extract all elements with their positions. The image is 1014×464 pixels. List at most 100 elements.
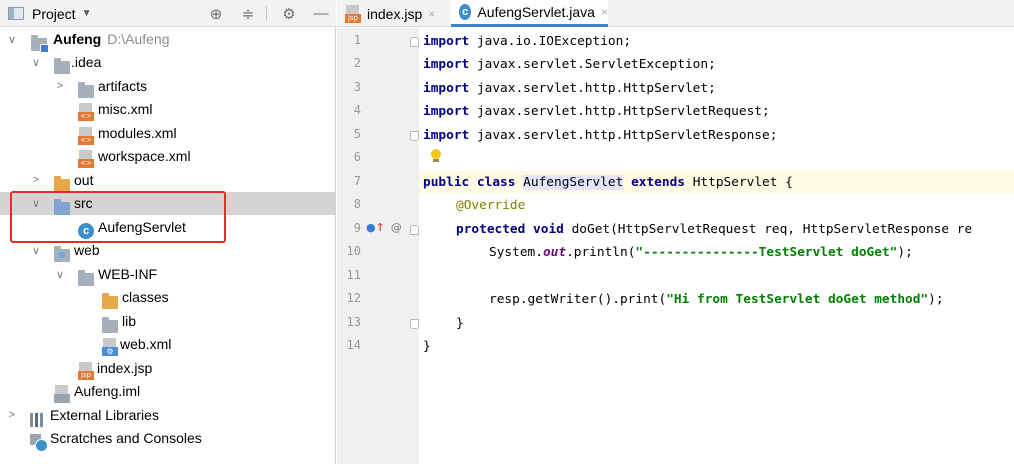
code-line-2[interactable]: import javax.servlet.ServletException; [423,53,716,76]
line-number: 5 [353,127,361,141]
code-line-5[interactable]: import javax.servlet.http.HttpServletRes… [423,124,777,147]
chevron-down-icon: ▼ [81,8,92,19]
gear-icon[interactable]: ⚙ [279,4,299,23]
chevron-right-icon[interactable]: > [6,409,18,421]
tree-node-external-libraries[interactable]: > External Libraries [0,404,336,427]
annotation-icon: @ [390,221,402,234]
scratches-icon [30,433,48,452]
tab-label: AufengServlet.java [477,4,595,20]
xml-file-icon [78,102,94,121]
tree-label-web: web [74,242,100,258]
code-line-1[interactable]: import java.io.IOException; [423,30,631,53]
folder-icon [54,58,70,74]
overrides-method-icon: ● [366,221,376,234]
tree-label-external-libraries: External Libraries [50,407,159,423]
tree-node-aufengiml[interactable]: Aufeng.iml [0,380,336,403]
excluded-folder-icon [102,293,118,309]
code-line-10[interactable]: System.out.println("---------------TestS… [489,241,913,264]
project-panel-icon [8,7,24,20]
tree-label-artifacts: artifacts [98,78,148,94]
java-class-icon: c [78,222,94,239]
editor-gutter: 1 2 3 4 5 6 7 8 9 10 11 12 13 14 ●↑ @ [337,28,419,464]
fold-marker-icon[interactable] [410,131,419,141]
tab-index-jsp[interactable]: index.jsp × [337,0,449,27]
tree-label-misc: misc.xml [98,101,153,117]
tree-label-webinf: WEB-INF [98,266,158,282]
code-line-14[interactable]: } [423,335,431,358]
line-number: 13 [346,315,361,329]
tree-node-aufeng[interactable]: ∨ Aufeng D:\Aufeng [0,28,336,53]
line-number: 7 [353,174,361,188]
tree-node-out[interactable]: > out [0,169,336,192]
fold-marker-icon[interactable] [410,37,419,47]
jsp-file-icon [345,4,361,23]
tab-aufengservlet-java[interactable]: c AufengServlet.java × [451,0,608,27]
arrow-up-icon: ↑ [375,221,385,234]
line-number: 1 [353,33,361,47]
tree-label-out: out [74,172,94,188]
tree-node-webinf[interactable]: ∨ WEB-INF [0,263,336,286]
code-line-7[interactable]: public class AufengServlet extends HttpS… [419,171,1014,194]
chevron-down-icon[interactable]: ∨ [30,244,42,257]
chevron-down-icon[interactable]: ∨ [54,268,66,281]
web-folder-icon [54,246,70,262]
code-line-9[interactable]: protected void doGet(HttpServletRequest … [456,218,972,241]
library-icon [30,412,46,427]
tree-label-idea: .idea [71,54,102,70]
tree-node-lib[interactable]: lib [0,310,336,333]
tree-node-scratches[interactable]: Scratches and Consoles [0,427,336,452]
tree-label-scratches: Scratches and Consoles [50,430,202,446]
code-line-12[interactable]: resp.getWriter().print("Hi from TestServ… [489,288,944,311]
tree-label-workspace: workspace.xml [98,148,191,164]
hide-panel-icon[interactable]: — [311,4,331,23]
tree-label-modules: modules.xml [98,125,177,141]
override-marker[interactable]: ●↑ @ [366,221,402,234]
tree-node-webxml[interactable]: web.xml [0,333,336,356]
module-file-icon [54,384,70,403]
tree-node-src[interactable]: ∨ src [0,192,336,215]
line-number: 12 [346,291,361,305]
code-line-13[interactable]: } [456,312,464,335]
code-line-4[interactable]: import javax.servlet.http.HttpServletReq… [423,100,770,123]
tree-label-src: src [74,195,93,211]
tree-node-web[interactable]: ∨ web [0,239,336,262]
project-view-selector[interactable]: Project ▼ [8,4,91,23]
line-number: 4 [353,103,361,117]
tree-node-workspace[interactable]: workspace.xml [0,145,336,168]
web-xml-file-icon [102,337,118,356]
tree-node-aufengservlet[interactable]: c AufengServlet [0,216,336,239]
tree-node-idea[interactable]: ∨ .idea [0,51,336,74]
chevron-down-icon[interactable]: ∨ [6,33,18,46]
chevron-down-icon[interactable]: ∨ [30,197,42,210]
folder-icon [78,270,94,286]
code-line-3[interactable]: import javax.servlet.http.HttpServlet; [423,77,716,100]
locate-icon[interactable]: ⊕ [206,4,226,23]
folder-icon [78,82,94,98]
tree-node-classes[interactable]: classes [0,286,336,309]
line-number: 8 [353,197,361,211]
excluded-folder-icon [54,176,70,192]
close-icon[interactable]: × [428,7,435,21]
fold-marker-icon[interactable] [410,225,419,235]
source-folder-icon [54,199,70,215]
close-icon[interactable]: × [601,5,608,19]
line-number: 11 [346,268,361,282]
tree-node-misc[interactable]: misc.xml [0,98,336,121]
tree-node-artifacts[interactable]: > artifacts [0,75,336,98]
tree-label-aufengservlet: AufengServlet [98,219,186,235]
jsp-file-icon [78,361,94,380]
chevron-right-icon[interactable]: > [30,174,42,186]
collapse-all-icon[interactable]: ≑ [238,4,258,23]
tree-node-indexjsp[interactable]: index.jsp [0,357,336,380]
line-number: 14 [346,338,361,352]
code-editor: index.jsp × c AufengServlet.java × 1 2 3… [337,0,1014,464]
project-view-label: Project [32,5,76,22]
line-number: 2 [353,56,361,70]
chevron-down-icon[interactable]: ∨ [30,56,42,69]
code-line-8[interactable]: @Override [456,194,525,217]
chevron-right-icon[interactable]: > [54,80,66,92]
tree-node-modules[interactable]: modules.xml [0,122,336,145]
fold-marker-icon[interactable] [410,319,419,329]
line-number: 10 [346,244,361,258]
lightbulb-icon[interactable] [430,149,442,163]
